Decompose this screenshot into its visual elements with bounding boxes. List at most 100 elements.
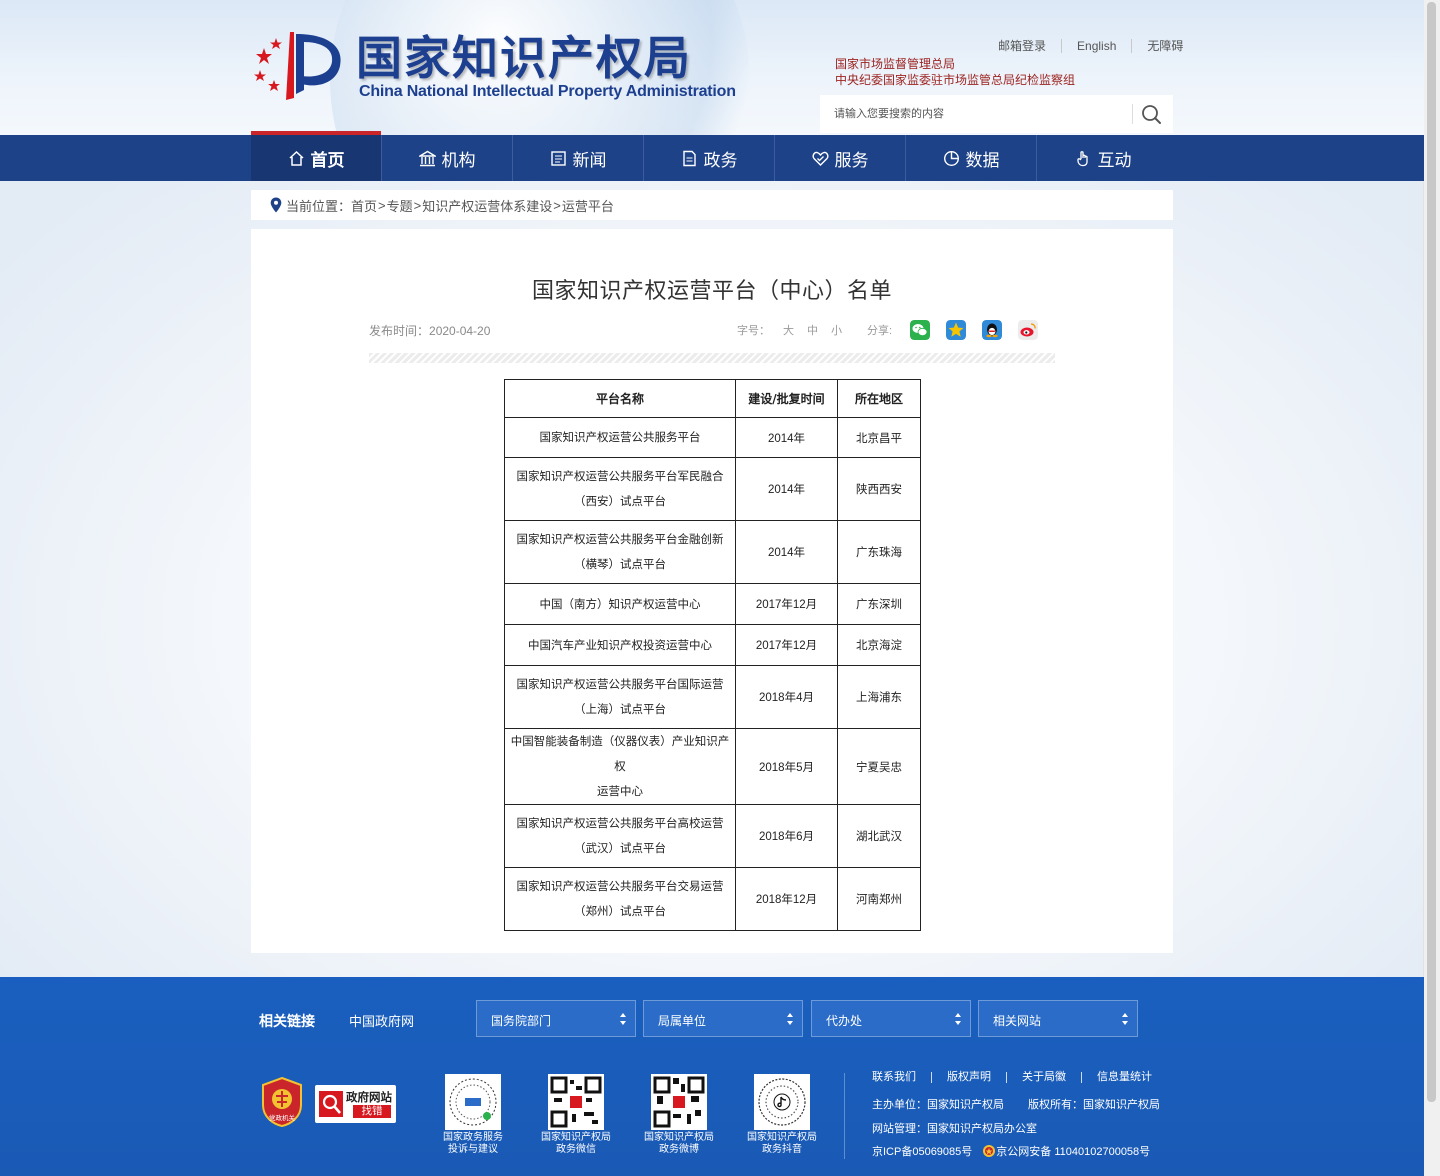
cell-time: 2018年4月 bbox=[735, 665, 838, 729]
police-record-link[interactable]: 京公网安备 11040102700058号 bbox=[996, 1143, 1150, 1159]
nav-label: 政务 bbox=[703, 150, 738, 170]
select-state-council-depts[interactable]: 国务院部门 bbox=[476, 1000, 636, 1037]
footer-divider bbox=[844, 1073, 845, 1159]
nav-item-home[interactable]: 首页 bbox=[251, 131, 382, 181]
cell-region: 北京昌平 bbox=[837, 417, 921, 458]
nav-item-data[interactable]: 数据 bbox=[906, 135, 1037, 181]
cnipa-emblem-icon[interactable] bbox=[250, 28, 346, 104]
nav-label: 互动 bbox=[1097, 150, 1132, 170]
name-line: 国家知识产权运营公共服务平台高校运营 bbox=[516, 816, 724, 830]
select-agency-offices[interactable]: 代办处 bbox=[811, 1000, 971, 1037]
breadcrumb-home[interactable]: 首页 bbox=[351, 196, 377, 215]
nav-label: 数据 bbox=[965, 150, 1000, 170]
article-title: 国家知识产权运营平台（中心）名单 bbox=[531, 278, 892, 303]
site-logo-english[interactable]: China National Intellectual Property Adm… bbox=[359, 83, 736, 101]
gov-cn-link[interactable]: 中国政府网 bbox=[349, 1011, 414, 1030]
search-divider bbox=[1132, 104, 1133, 124]
news-icon bbox=[550, 150, 566, 166]
badge-title: 政府网站 bbox=[346, 1092, 392, 1104]
cell-time: 2017年12月 bbox=[735, 583, 838, 625]
name-line: （上海）试点平台 bbox=[574, 702, 666, 716]
mail-login-link[interactable]: 邮箱登录 bbox=[986, 39, 1061, 53]
qr-caption: 国家政务服务 投诉与建议 bbox=[428, 1132, 518, 1156]
org-line-discipline[interactable]: 中央纪委国家监委驻市场监管总局纪检监察组 bbox=[835, 72, 1075, 88]
qr-code-icon bbox=[550, 1076, 602, 1128]
qq-icon[interactable] bbox=[982, 320, 1003, 340]
wechat-icon[interactable] bbox=[910, 320, 931, 340]
site-logo-chinese[interactable]: 国家知识产权局 bbox=[356, 22, 692, 88]
cell-platform-name: 国家知识产权运营公共服务平台 bbox=[504, 417, 736, 458]
top-links: 邮箱登录 English 无障碍 bbox=[986, 38, 1183, 54]
accessibility-link[interactable]: 无障碍 bbox=[1131, 39, 1183, 53]
party-gov-org-badge-icon[interactable]: 党政机关 bbox=[261, 1077, 303, 1127]
nav-item-institution[interactable]: 机构 bbox=[382, 135, 513, 181]
select-value: 相关网站 bbox=[993, 1014, 1042, 1028]
font-size-small[interactable]: 小 bbox=[831, 322, 842, 338]
nav-label: 首页 bbox=[310, 150, 345, 170]
breadcrumb-operation-platform[interactable]: 运营平台 bbox=[562, 196, 614, 215]
location-pin-icon bbox=[270, 197, 282, 213]
select-value: 局属单位 bbox=[658, 1014, 707, 1028]
hand-icon bbox=[1076, 150, 1088, 166]
nav-item-service[interactable]: 服务 bbox=[775, 135, 906, 181]
nav-item-interaction[interactable]: 互动 bbox=[1037, 135, 1169, 181]
table-row: 国家知识产权运营公共服务平台金融创新 （横琴）试点平台 2014年 广东珠海 bbox=[504, 520, 921, 584]
contact-us-link[interactable]: 联系我们 bbox=[872, 1072, 931, 1083]
scrollbar[interactable] bbox=[1423, 0, 1440, 1176]
qr-code-douyin[interactable] bbox=[754, 1074, 810, 1130]
breadcrumb-topics[interactable]: 专题 bbox=[387, 196, 413, 215]
related-links-label: 相关链接 bbox=[259, 1013, 315, 1029]
badge-subtitle: 找错 bbox=[353, 1105, 391, 1118]
gov-site-error-report-badge[interactable]: 政府网站 找错 bbox=[315, 1085, 396, 1123]
info-statistics-link[interactable]: 信息量统计 bbox=[1081, 1072, 1167, 1083]
name-line: 国家知识产权运营公共服务平台 bbox=[539, 430, 701, 444]
search-icon[interactable] bbox=[1140, 103, 1164, 125]
cell-region: 河南郑州 bbox=[837, 867, 921, 931]
cell-platform-name: 国家知识产权运营公共服务平台高校运营 （武汉）试点平台 bbox=[504, 804, 736, 868]
footer-host-line: 主办单位：国家知识产权局 版权所有：国家知识产权局 bbox=[872, 1096, 1160, 1112]
cell-region: 上海浦东 bbox=[837, 665, 921, 729]
caption-line: 国家知识产权局 bbox=[541, 1132, 611, 1143]
qr-code-wechat[interactable] bbox=[548, 1074, 604, 1130]
updown-arrow-icon bbox=[787, 1013, 793, 1025]
qr-code-weibo[interactable] bbox=[651, 1074, 707, 1130]
scrollbar-thumb[interactable] bbox=[1427, 2, 1436, 1102]
article-tools: 字号： 大 中 小 分享: bbox=[737, 319, 1039, 341]
name-line: 国家知识产权运营公共服务平台金融创新 bbox=[516, 532, 724, 546]
font-size-large[interactable]: 大 bbox=[783, 322, 794, 338]
cell-platform-name: 国家知识产权运营公共服务平台军民融合 （西安）试点平台 bbox=[504, 457, 736, 521]
main-nav: 首页 机构 新闻 政务 服务 数据 互动 bbox=[0, 131, 1424, 181]
cell-time: 2018年12月 bbox=[735, 867, 838, 931]
search-input[interactable] bbox=[820, 95, 1120, 133]
pie-chart-icon bbox=[943, 150, 959, 166]
font-size-medium[interactable]: 中 bbox=[807, 322, 818, 338]
breadcrumb-prefix: 当前位置： bbox=[286, 198, 352, 214]
select-related-sites[interactable]: 相关网站 bbox=[978, 1000, 1138, 1037]
name-line: 国家知识产权运营公共服务平台军民融合 bbox=[516, 469, 724, 483]
updown-arrow-icon bbox=[1122, 1013, 1128, 1025]
breadcrumb-separator: > bbox=[413, 197, 422, 213]
publish-date: 发布时间：2020-04-20 bbox=[369, 322, 490, 339]
org-line-samr[interactable]: 国家市场监督管理总局 bbox=[835, 56, 1075, 72]
weibo-icon[interactable] bbox=[1018, 320, 1039, 340]
about-emblem-link[interactable]: 关于局徽 bbox=[1006, 1072, 1081, 1083]
copyright-statement-link[interactable]: 版权声明 bbox=[931, 1072, 1006, 1083]
qr-caption: 国家知识产权局 政务微信 bbox=[531, 1132, 621, 1156]
nav-item-news[interactable]: 新闻 bbox=[513, 135, 644, 181]
select-value: 国务院部门 bbox=[491, 1014, 552, 1028]
qzone-icon[interactable] bbox=[946, 320, 967, 340]
icp-record-link[interactable]: 京ICP备05069085号 bbox=[872, 1143, 972, 1159]
select-affiliated-units[interactable]: 局属单位 bbox=[643, 1000, 803, 1037]
select-value: 代办处 bbox=[826, 1014, 863, 1028]
nav-item-affairs[interactable]: 政务 bbox=[644, 135, 775, 181]
institution-icon bbox=[418, 150, 436, 166]
qr-code-icon bbox=[758, 1078, 806, 1126]
caption-line: 国家政务服务 bbox=[443, 1132, 503, 1143]
breadcrumb-ip-operation-system[interactable]: 知识产权运营体系建设 bbox=[422, 196, 552, 215]
english-link[interactable]: English bbox=[1061, 39, 1131, 53]
column-header-name: 平台名称 bbox=[504, 379, 736, 418]
qr-code-gov-service[interactable] bbox=[445, 1074, 501, 1130]
cell-region: 湖北武汉 bbox=[837, 804, 921, 868]
platform-list-table: 平台名称 建设/批复时间 所在地区 国家知识产权运营公共服务平台 2014年 北… bbox=[504, 379, 921, 931]
service-icon bbox=[812, 151, 828, 166]
